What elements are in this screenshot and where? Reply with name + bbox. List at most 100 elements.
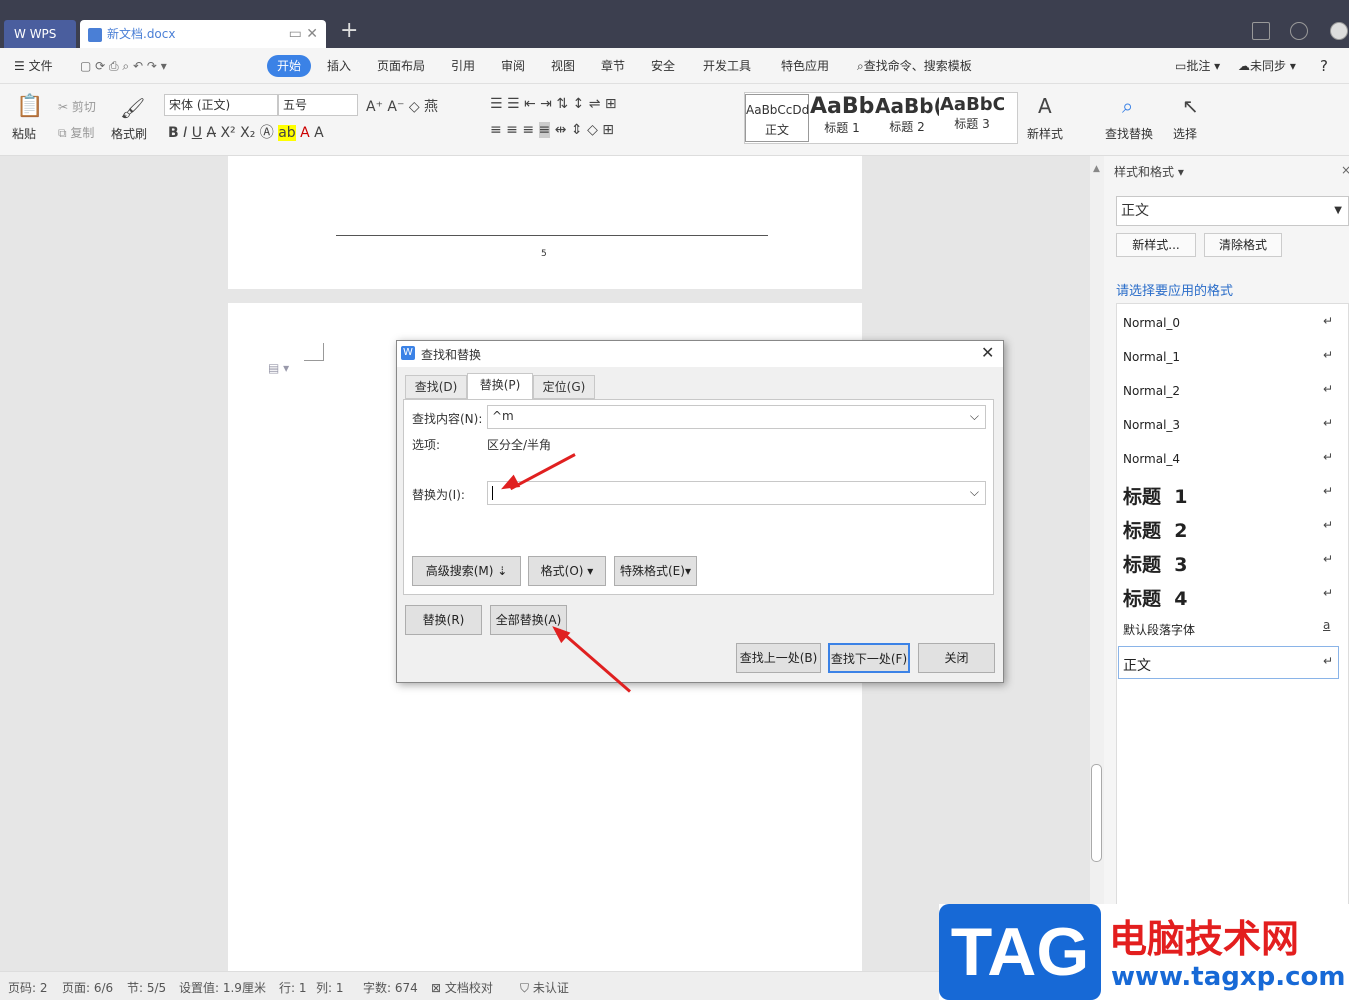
dialog-close-icon[interactable]: ✕ xyxy=(981,343,994,362)
skin-icon[interactable] xyxy=(1290,22,1308,40)
find-replace-icon[interactable]: ⌕ xyxy=(1122,94,1133,118)
menu-chapter[interactable]: 章节 xyxy=(601,48,625,84)
find-replace-dialog: W 查找和替换 ✕ 查找(D) 替换(P) 定位(G) 查找内容(N): ^m ⌵… xyxy=(396,340,1004,683)
status-setting[interactable]: 设置值: 1.9厘米 xyxy=(179,979,266,996)
menu-start[interactable]: 开始 xyxy=(267,55,312,77)
panel-title-label: 样式和格式 xyxy=(1114,165,1175,179)
new-style-icon[interactable]: A xyxy=(1038,94,1052,118)
current-style-select[interactable]: 正文 ▼ xyxy=(1116,196,1349,226)
format-painter-icon[interactable]: 🖌 xyxy=(120,96,145,120)
alignment-tools-icon[interactable]: ≡ ≡ ≡ ≡ ⇹ ⇕ ◇ ⊞ xyxy=(490,122,614,138)
add-tab-button[interactable]: + xyxy=(340,18,358,43)
format-button[interactable]: 格式(O) ▾ xyxy=(528,556,606,586)
font-size-tools-icon[interactable]: A⁺ A⁻ ◇ 燕 xyxy=(366,96,438,116)
font-style-icons[interactable]: B I U A̶ X² X₂ Ⓐ ab A A xyxy=(168,122,324,142)
font-select[interactable]: 宋体 (正文) xyxy=(164,94,278,116)
menu-search[interactable]: ⌕查找命令、搜索模板 xyxy=(857,48,972,84)
window-count-icon[interactable] xyxy=(1252,22,1270,40)
close-button[interactable]: 关闭 xyxy=(918,643,995,673)
menu-sync-label: 未同步 xyxy=(1250,59,1287,73)
wps-home-tab[interactable]: W WPS xyxy=(4,20,76,48)
style-list-item[interactable]: 标题 4 xyxy=(1123,584,1187,611)
doc-icon xyxy=(88,27,102,42)
advanced-search-button[interactable]: 高级搜索(M) ⇣ xyxy=(412,556,521,586)
panel-close-icon[interactable]: × xyxy=(1341,163,1349,177)
menu-file[interactable]: ☰ 文件 xyxy=(14,48,53,84)
status-pages[interactable]: 页面: 6/6 xyxy=(62,979,113,996)
find-next-button[interactable]: 查找下一处(F) xyxy=(828,643,910,673)
style-h3-label: 标题 3 xyxy=(954,117,990,131)
find-previous-button[interactable]: 查找上一处(B) xyxy=(736,643,821,673)
style-list-item[interactable]: Normal_3 xyxy=(1123,418,1180,432)
menu-insert[interactable]: 插入 xyxy=(327,48,351,84)
special-format-button[interactable]: 特殊格式(E)▾ xyxy=(614,556,697,586)
menu-annotation[interactable]: ▭批注 ▾ xyxy=(1175,48,1220,84)
style-list-item[interactable]: Normal_1 xyxy=(1123,350,1180,364)
status-words[interactable]: 字数: 674 xyxy=(363,979,418,996)
find-replace-button[interactable]: 查找替换 xyxy=(1105,125,1153,142)
menu-review[interactable]: 审阅 xyxy=(501,48,525,84)
style-h1-label: 标题 1 xyxy=(824,121,860,135)
style-normal[interactable]: AaBbCcDd 正文 xyxy=(745,94,809,142)
style-list-selected xyxy=(1118,646,1339,679)
menu-layout[interactable]: 页面布局 xyxy=(377,48,425,84)
style-list-item[interactable]: 标题 2 xyxy=(1123,516,1187,543)
style-list-item[interactable]: Normal_0 xyxy=(1123,316,1180,330)
replace-label: 替换为(I): xyxy=(412,488,465,502)
cut-button[interactable]: ✂ 剪切 xyxy=(58,98,96,115)
style-heading-1[interactable]: AaBb 标题 1 xyxy=(810,94,874,142)
style-list-item[interactable]: Normal_2 xyxy=(1123,384,1180,398)
paragraph-tools-icon[interactable]: ☰ ☰ ⇤ ⇥ ⇅ ↕ ⇌ ⊞ xyxy=(490,96,617,112)
select-button[interactable]: 选择 xyxy=(1173,125,1197,142)
status-section: 节: 5/5 xyxy=(127,981,167,995)
menu-sync[interactable]: ☁未同步 ▾ xyxy=(1238,48,1296,84)
scroll-thumb[interactable] xyxy=(1091,764,1102,862)
clear-format-button[interactable]: 清除格式 xyxy=(1204,233,1282,257)
tab-replace[interactable]: 替换(P) xyxy=(467,373,533,400)
replace-button[interactable]: 替换(R) xyxy=(405,605,482,635)
close-tab-icon[interactable]: ▭ ✕ xyxy=(289,20,318,48)
chevron-down-icon[interactable]: ⌵ xyxy=(970,406,979,426)
cursor-icon[interactable]: ↖ xyxy=(1182,94,1199,118)
replace-input[interactable]: ⌵ xyxy=(487,481,986,505)
style-heading-3[interactable]: AaBbC(标题 3 xyxy=(940,94,1004,142)
new-style-panel-button[interactable]: 新样式... xyxy=(1116,233,1196,257)
menu-reference[interactable]: 引用 xyxy=(451,48,475,84)
copy-button[interactable]: ⧉ 复制 xyxy=(58,124,94,141)
panel-title[interactable]: 样式和格式 ▾ xyxy=(1114,163,1184,180)
help-button[interactable]: ? xyxy=(1320,48,1328,84)
paragraph-marker-icon[interactable]: ▤ ▾ xyxy=(268,361,289,375)
scroll-up-icon[interactable]: ▲ xyxy=(1093,164,1100,174)
menu-security[interactable]: 安全 xyxy=(651,48,675,84)
menu-search-label: 查找命令、搜索模板 xyxy=(863,59,972,73)
status-proof[interactable]: ⊠ 文档校对 xyxy=(431,979,493,996)
account-icon[interactable] xyxy=(1330,22,1348,40)
paste-icon[interactable]: 📋 xyxy=(16,94,43,119)
advanced-search-label: 高级搜索(M) xyxy=(425,564,494,578)
style-list-item[interactable]: Normal_4 xyxy=(1123,452,1180,466)
style-list-item[interactable]: 默认段落字体 xyxy=(1123,621,1195,638)
tab-goto[interactable]: 定位(G) xyxy=(533,375,595,399)
style-list-item[interactable]: 标题 3 xyxy=(1123,550,1187,577)
menu-file-label: 文件 xyxy=(28,59,53,73)
menu-view[interactable]: 视图 xyxy=(551,48,575,84)
new-style-button[interactable]: 新样式 xyxy=(1027,125,1063,142)
chevron-down-icon[interactable]: ⌵ xyxy=(970,482,979,502)
menu-special[interactable]: 特色应用 xyxy=(781,48,829,84)
font-size-select[interactable]: 五号 xyxy=(278,94,358,116)
vertical-scrollbar[interactable]: ▲ xyxy=(1090,156,1104,971)
style-heading-2[interactable]: AaBb(标题 2 xyxy=(875,94,939,142)
document-tab[interactable]: 新文档.docx ▭ ✕ xyxy=(80,20,326,48)
quick-access-icons[interactable]: ▢ ⟳ ⎙ ⌕ ↶ ↷ ▾ xyxy=(80,48,167,84)
scissors-icon: ✂ xyxy=(58,100,72,114)
wps-label: WPS xyxy=(29,27,57,41)
tab-find[interactable]: 查找(D) xyxy=(405,375,467,399)
menu-devtools[interactable]: 开发工具 xyxy=(703,48,751,84)
find-input[interactable]: ^m ⌵ xyxy=(487,405,986,429)
style-list-item[interactable]: 标题 1 xyxy=(1123,482,1187,509)
paste-button[interactable]: 粘贴 xyxy=(12,125,36,142)
style-list-item[interactable]: 正文 xyxy=(1123,655,1151,675)
text-cursor xyxy=(492,485,493,500)
status-cert[interactable]: ⛉ 未认证 xyxy=(520,979,569,996)
format-painter-button[interactable]: 格式刷 xyxy=(111,125,147,142)
